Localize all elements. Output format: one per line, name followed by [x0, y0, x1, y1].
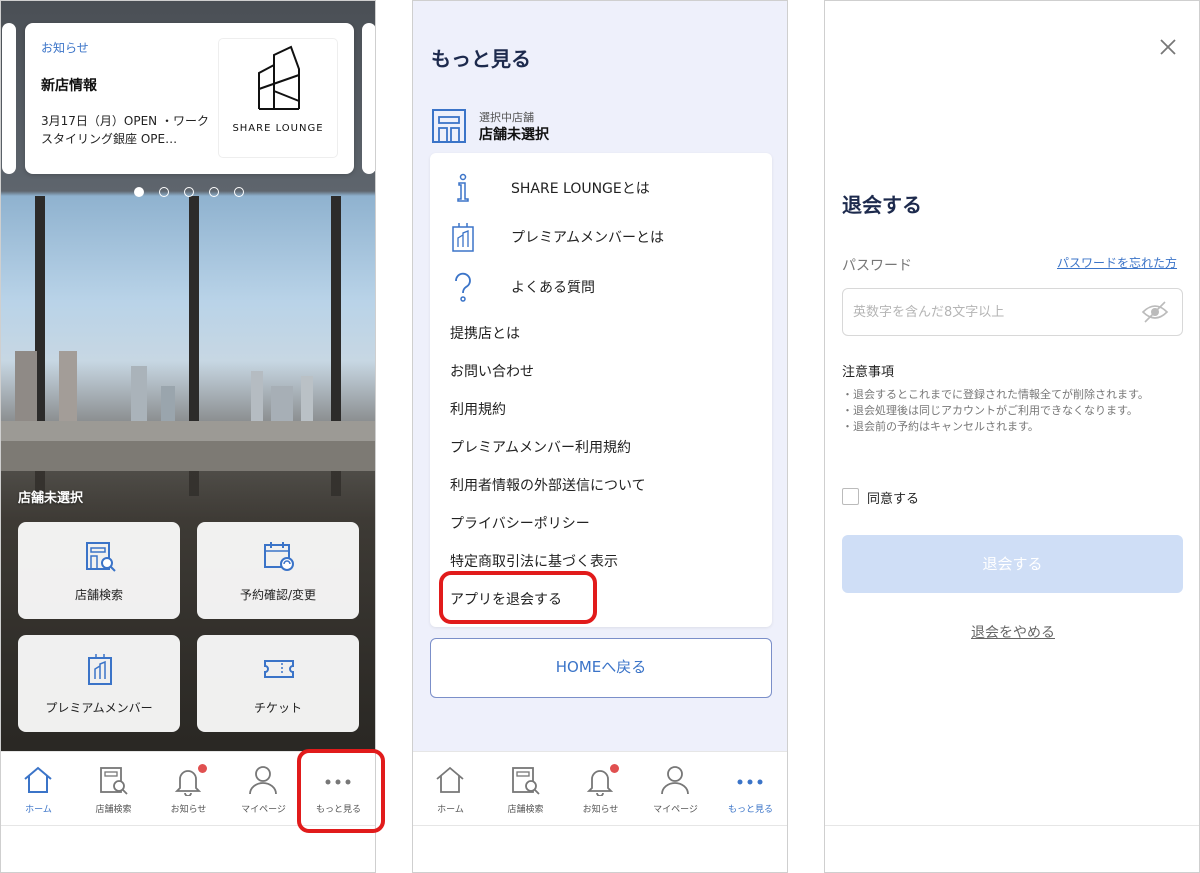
store-icon [432, 109, 466, 143]
forgot-password-link[interactable]: パスワードを忘れた方 [1057, 254, 1177, 271]
carousel-next-card[interactable] [362, 23, 375, 174]
menu-item-premium-about[interactable]: プレミアムメンバーとは [511, 227, 664, 247]
highlight-withdraw-item [439, 571, 597, 624]
building-logo-icon [258, 45, 300, 110]
info-icon [457, 173, 469, 202]
menu-item-faq[interactable]: よくある質問 [511, 277, 595, 297]
store-search-icon [512, 767, 540, 795]
highlight-more-tab [297, 749, 385, 833]
tab-label: お知らせ [582, 805, 619, 815]
logo-text: SHARE LOUNGE [232, 123, 324, 134]
agree-checkbox[interactable] [842, 488, 859, 505]
tab-label: 店舗検索 [507, 805, 544, 815]
carousel-prev-card[interactable] [2, 23, 16, 174]
password-label: パスワード [842, 258, 912, 274]
notice-category: お知らせ [41, 41, 89, 55]
member-card-icon [452, 223, 474, 252]
store-status: 店舗未選択 [18, 491, 84, 506]
menu-item-privacy-policy[interactable]: プライバシーポリシー [450, 513, 590, 533]
carousel-dots [134, 187, 244, 197]
carousel-dot[interactable] [159, 187, 169, 197]
notes-title: 注意事項 [842, 365, 895, 380]
store-search-tile[interactable]: 店舗検索 [18, 522, 180, 619]
tab-mypage[interactable]: マイページ [226, 752, 301, 826]
tab-label: ホーム [437, 805, 464, 815]
close-icon[interactable] [1157, 36, 1179, 58]
tab-mypage[interactable]: マイページ [638, 752, 713, 826]
note-item: ・退会前の予約はキャンセルされます。 [842, 420, 1039, 433]
question-icon [455, 272, 471, 302]
home-screen: お知らせ 新店情報 3月17日（月）OPEN ・ワークスタイリング銀座 OPE…… [0, 0, 376, 873]
tab-notifications[interactable]: お知らせ [151, 752, 226, 826]
selected-store-caption: 選択中店舗 [479, 111, 534, 124]
ticket-tile[interactable]: チケット [197, 635, 359, 732]
withdraw-submit-button[interactable]: 退会する [842, 535, 1183, 593]
menu-item-premium-terms[interactable]: プレミアムメンバー利用規約 [450, 437, 631, 457]
tab-store-search[interactable]: 店舗検索 [488, 752, 563, 826]
tab-more[interactable]: もっと見る [713, 752, 787, 826]
carousel-dot[interactable] [234, 187, 244, 197]
city-skyline [1, 351, 375, 471]
person-icon [661, 766, 689, 795]
page-title: もっと見る [431, 47, 531, 71]
menu-item-contact[interactable]: お問い合わせ [450, 361, 534, 381]
page-title: 退会する [842, 193, 922, 217]
reservation-tile[interactable]: 予約確認/変更 [197, 522, 359, 619]
tab-label: 店舗検索 [95, 805, 132, 815]
home-icon [436, 766, 464, 793]
notice-card[interactable]: お知らせ 新店情報 3月17日（月）OPEN ・ワークスタイリング銀座 OPE…… [25, 23, 354, 174]
carousel-dot[interactable] [134, 187, 144, 197]
share-lounge-logo: SHARE LOUNGE [219, 39, 337, 157]
back-home-button[interactable]: HOMEへ戻る [430, 638, 772, 698]
tile-label: 店舗検索 [74, 588, 123, 602]
password-input[interactable] [842, 288, 1183, 336]
menu-item-about[interactable]: SHARE LOUNGEとは [511, 178, 650, 198]
menu-item-terms[interactable]: 利用規約 [450, 399, 506, 419]
tab-home[interactable]: ホーム [413, 752, 488, 826]
tab-bar: ホーム 店舗検索 お知らせ マイページ もっと見る [413, 751, 787, 826]
notice-body: 3月17日（月）OPEN ・ワークスタイリング銀座 OPE… [41, 114, 209, 146]
more-dots-icon [737, 779, 763, 785]
more-screen: もっと見る 選択中店舗 店舗未選択 SHARE LOUNGEとは プレミアムメン… [412, 0, 788, 873]
bottom-safe-area [825, 825, 1199, 872]
more-menu: SHARE LOUNGEとは プレミアムメンバーとは よくある質問 提携店とは … [430, 153, 772, 627]
withdraw-screen: 退会する パスワード パスワードを忘れた方 注意事項 ・退会するとこれまでに登録… [824, 0, 1200, 873]
person-icon [249, 766, 277, 795]
store-search-icon [100, 767, 128, 795]
tab-label: もっと見る [727, 805, 773, 815]
tab-home[interactable]: ホーム [1, 752, 76, 826]
tab-label: ホーム [25, 805, 52, 815]
tile-label: 予約確認/変更 [239, 588, 317, 602]
menu-item-partner[interactable]: 提携店とは [450, 323, 520, 343]
tile-label: チケット [253, 701, 302, 715]
carousel-dot[interactable] [209, 187, 219, 197]
tile-label: プレミアムメンバー [45, 701, 153, 715]
tab-notifications[interactable]: お知らせ [563, 752, 638, 826]
home-icon [24, 766, 52, 793]
notification-badge [610, 764, 619, 773]
selected-store-value: 店舗未選択 [479, 127, 549, 143]
eye-off-icon[interactable] [1141, 300, 1169, 324]
bottom-safe-area [413, 825, 787, 872]
tab-label: マイページ [241, 805, 286, 815]
tab-store-search[interactable]: 店舗検索 [76, 752, 151, 826]
tab-label: お知らせ [170, 805, 207, 815]
carousel-dot[interactable] [184, 187, 194, 197]
notice-title: 新店情報 [41, 78, 97, 94]
note-item: ・退会するとこれまでに登録された情報全てが削除されます。 [842, 388, 1149, 401]
notification-badge [198, 764, 207, 773]
agree-label[interactable]: 同意する [867, 488, 919, 507]
calendar-refresh-icon [264, 542, 294, 571]
store-search-icon [86, 542, 116, 572]
menu-item-external-transmission[interactable]: 利用者情報の外部送信について [450, 475, 646, 495]
ticket-icon [264, 660, 294, 678]
notes-list: ・退会するとこれまでに登録された情報全てが削除されます。 ・退会処理後は同じアカ… [842, 387, 1187, 435]
note-item: ・退会処理後は同じアカウントがご利用できなくなります。 [842, 404, 1138, 417]
member-card-icon [88, 654, 112, 685]
cancel-withdraw-link[interactable]: 退会をやめる [825, 622, 1199, 642]
tab-label: マイページ [653, 805, 698, 815]
premium-member-tile[interactable]: プレミアムメンバー [18, 635, 180, 732]
menu-item-commercial-law[interactable]: 特定商取引法に基づく表示 [450, 551, 618, 571]
